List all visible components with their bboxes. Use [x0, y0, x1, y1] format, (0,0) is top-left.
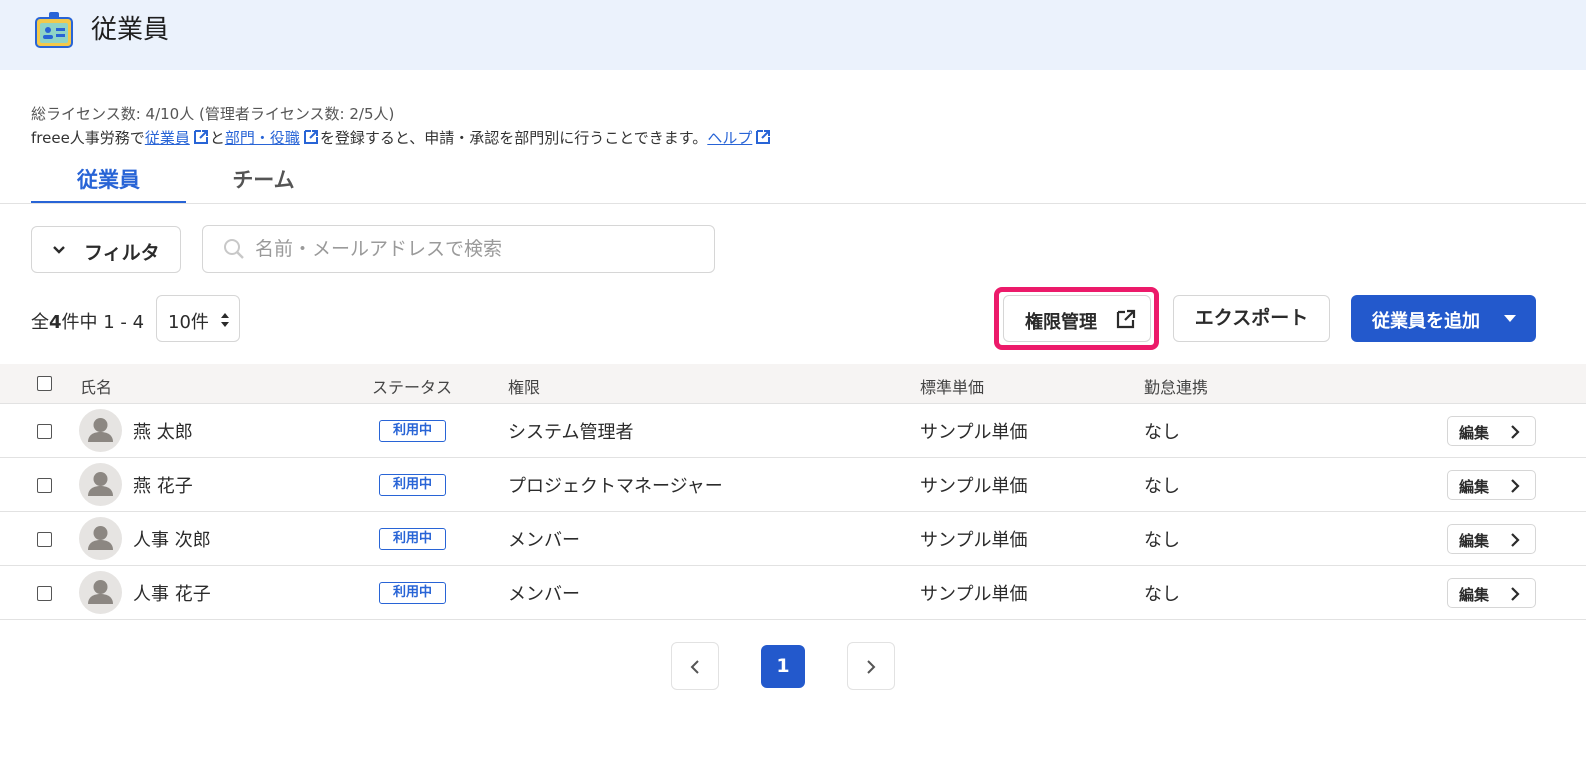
- edit-label: 編集: [1459, 532, 1490, 550]
- person-icon: [88, 526, 113, 550]
- departments-link[interactable]: 部門・役職: [225, 129, 300, 147]
- header-name: 氏名: [80, 378, 113, 397]
- edit-button[interactable]: 編集: [1447, 416, 1536, 446]
- employee-name: 燕 太郎: [133, 422, 193, 443]
- page-header: 従業員: [0, 0, 1586, 70]
- page-1-button[interactable]: 1: [761, 645, 805, 688]
- chevron-left-icon: [690, 660, 699, 674]
- employee-name: 燕 花子: [133, 476, 193, 497]
- employee-rate: サンプル単価: [920, 584, 1028, 605]
- status-badge: 利用中: [379, 474, 446, 496]
- header-rate: 標準単価: [920, 378, 985, 397]
- table-header: 氏名 ステータス 権限 標準単価 勤怠連携: [0, 364, 1586, 404]
- employee-role: プロジェクトマネージャー: [508, 476, 723, 497]
- header-role: 権限: [508, 378, 541, 397]
- employee-attendance: なし: [1144, 476, 1180, 497]
- avatar: [79, 571, 122, 614]
- chevron-down-icon: [53, 246, 65, 254]
- employee-rate: サンプル単価: [920, 476, 1028, 497]
- caret-down-icon[interactable]: [1504, 315, 1516, 323]
- edit-label: 編集: [1459, 586, 1490, 604]
- per-page-value: 10件: [168, 312, 209, 333]
- chevron-right-icon: [1511, 479, 1520, 493]
- external-link-icon: [1116, 309, 1136, 329]
- table-row: 人事 次郎 利用中 メンバー サンプル単価 なし 編集: [0, 512, 1586, 566]
- chevron-right-icon: [867, 660, 876, 674]
- status-badge: 利用中: [379, 528, 446, 550]
- setup-info: freee人事労務で従業員 と部門・役職 を登録すると、申請・承認を部門別に行うこと…: [31, 127, 772, 148]
- external-link-icon[interactable]: [754, 128, 772, 146]
- permissions-label: 権限管理: [1025, 312, 1097, 333]
- person-icon: [88, 472, 113, 496]
- row-checkbox[interactable]: [37, 424, 52, 439]
- employee-attendance: なし: [1144, 530, 1180, 551]
- avatar: [79, 517, 122, 560]
- tab-employees[interactable]: 従業員: [31, 160, 186, 204]
- info-suffix: を登録すると、申請・承認を部門別に行うことできます。: [319, 129, 708, 147]
- employee-name: 人事 花子: [133, 584, 211, 605]
- employee-name: 人事 次郎: [133, 530, 211, 551]
- edit-button[interactable]: 編集: [1447, 524, 1536, 554]
- external-link-icon[interactable]: [302, 128, 320, 146]
- status-badge: 利用中: [379, 420, 446, 442]
- next-page-button[interactable]: [847, 642, 895, 690]
- per-page-select[interactable]: 10件: [156, 295, 240, 342]
- header-status: ステータス: [372, 378, 453, 397]
- result-count: 全4件中 1 - 4: [31, 312, 145, 333]
- employee-attendance: なし: [1144, 422, 1180, 443]
- table-row: 燕 花子 利用中 プロジェクトマネージャー サンプル単価 なし 編集: [0, 458, 1586, 512]
- external-link-icon[interactable]: [192, 128, 210, 146]
- filter-label: フィルタ: [84, 242, 160, 264]
- tabs-divider: [0, 203, 1586, 204]
- edit-button[interactable]: 編集: [1447, 578, 1536, 608]
- row-checkbox[interactable]: [37, 586, 52, 601]
- search-input[interactable]: [255, 235, 695, 263]
- permissions-button[interactable]: 権限管理: [1003, 295, 1151, 342]
- employee-role: メンバー: [508, 584, 580, 605]
- avatar: [79, 463, 122, 506]
- employee-attendance: なし: [1144, 584, 1180, 605]
- tab-teams[interactable]: チーム: [186, 160, 341, 204]
- license-info: 総ライセンス数: 4/10人 (管理者ライセンス数: 2/5人): [31, 105, 395, 123]
- prev-page-button[interactable]: [671, 642, 719, 690]
- employee-rate: サンプル単価: [920, 530, 1028, 551]
- employees-link[interactable]: 従業員: [145, 129, 190, 147]
- filter-button[interactable]: フィルタ: [31, 226, 181, 273]
- table-row: 人事 花子 利用中 メンバー サンプル単価 なし 編集: [0, 566, 1586, 620]
- person-icon: [88, 580, 113, 604]
- select-all-checkbox[interactable]: [37, 376, 52, 391]
- employee-role: システム管理者: [508, 422, 634, 443]
- search-icon: [224, 239, 244, 259]
- select-arrows-icon: [221, 313, 229, 327]
- chevron-right-icon: [1511, 587, 1520, 601]
- status-badge: 利用中: [379, 582, 446, 604]
- employee-role: メンバー: [508, 530, 580, 551]
- chevron-right-icon: [1511, 425, 1520, 439]
- page-title: 従業員: [91, 15, 170, 45]
- edit-label: 編集: [1459, 424, 1490, 442]
- search-box[interactable]: [202, 225, 715, 273]
- employee-rate: サンプル単価: [920, 422, 1028, 443]
- row-checkbox[interactable]: [37, 532, 52, 547]
- row-checkbox[interactable]: [37, 478, 52, 493]
- info-prefix: freee人事労務で: [31, 129, 145, 147]
- header-attendance: 勤怠連携: [1144, 378, 1209, 397]
- export-button[interactable]: エクスポート: [1173, 295, 1330, 342]
- edit-label: 編集: [1459, 478, 1490, 496]
- person-icon: [88, 418, 113, 442]
- info-conj: と: [209, 129, 225, 147]
- add-employee-button[interactable]: 従業員を追加: [1351, 295, 1536, 342]
- help-link[interactable]: ヘルプ: [707, 129, 752, 147]
- chevron-right-icon: [1511, 533, 1520, 547]
- edit-button[interactable]: 編集: [1447, 470, 1536, 500]
- result-total: 4: [49, 312, 62, 333]
- table-row: 燕 太郎 利用中 システム管理者 サンプル単価 なし 編集: [0, 404, 1586, 458]
- add-employee-label: 従業員を追加: [1372, 311, 1480, 332]
- avatar: [79, 409, 122, 452]
- id-badge-icon: [35, 12, 73, 48]
